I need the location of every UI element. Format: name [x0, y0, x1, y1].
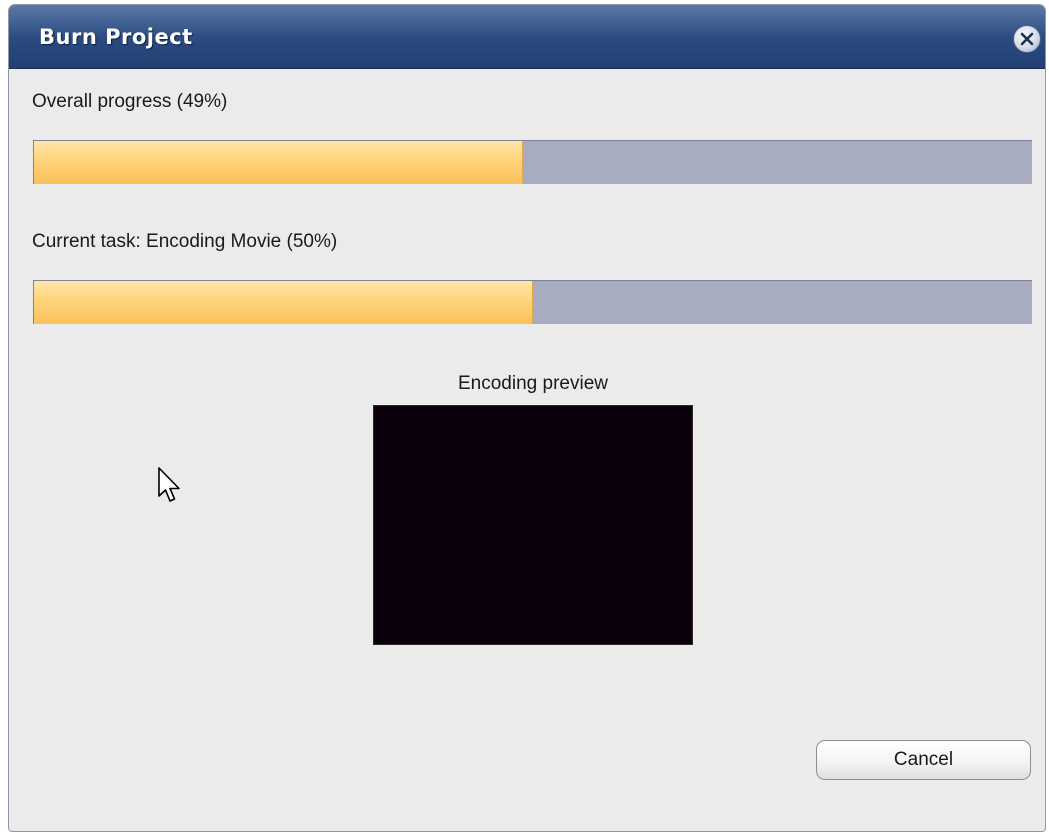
current-task-progress-fill: [34, 281, 533, 324]
encoding-preview-area: [373, 405, 693, 645]
current-task-progress-bar: [33, 280, 1032, 324]
overall-progress-bar: [33, 140, 1032, 184]
title-bar[interactable]: Burn Project: [9, 5, 1045, 69]
window-title: Burn Project: [39, 25, 193, 49]
close-button[interactable]: [1013, 25, 1041, 53]
cancel-button[interactable]: Cancel: [816, 740, 1031, 780]
overall-progress-fill: [34, 141, 524, 184]
mouse-pointer-icon: [158, 467, 180, 502]
burn-project-dialog: Burn Project Overall progress (49%) Curr…: [8, 4, 1046, 832]
close-icon: [1020, 32, 1034, 46]
overall-progress-label: Overall progress (49%): [32, 91, 228, 112]
encoding-preview-label: Encoding preview: [458, 373, 608, 394]
current-task-label: Current task: Encoding Movie (50%): [32, 231, 338, 252]
